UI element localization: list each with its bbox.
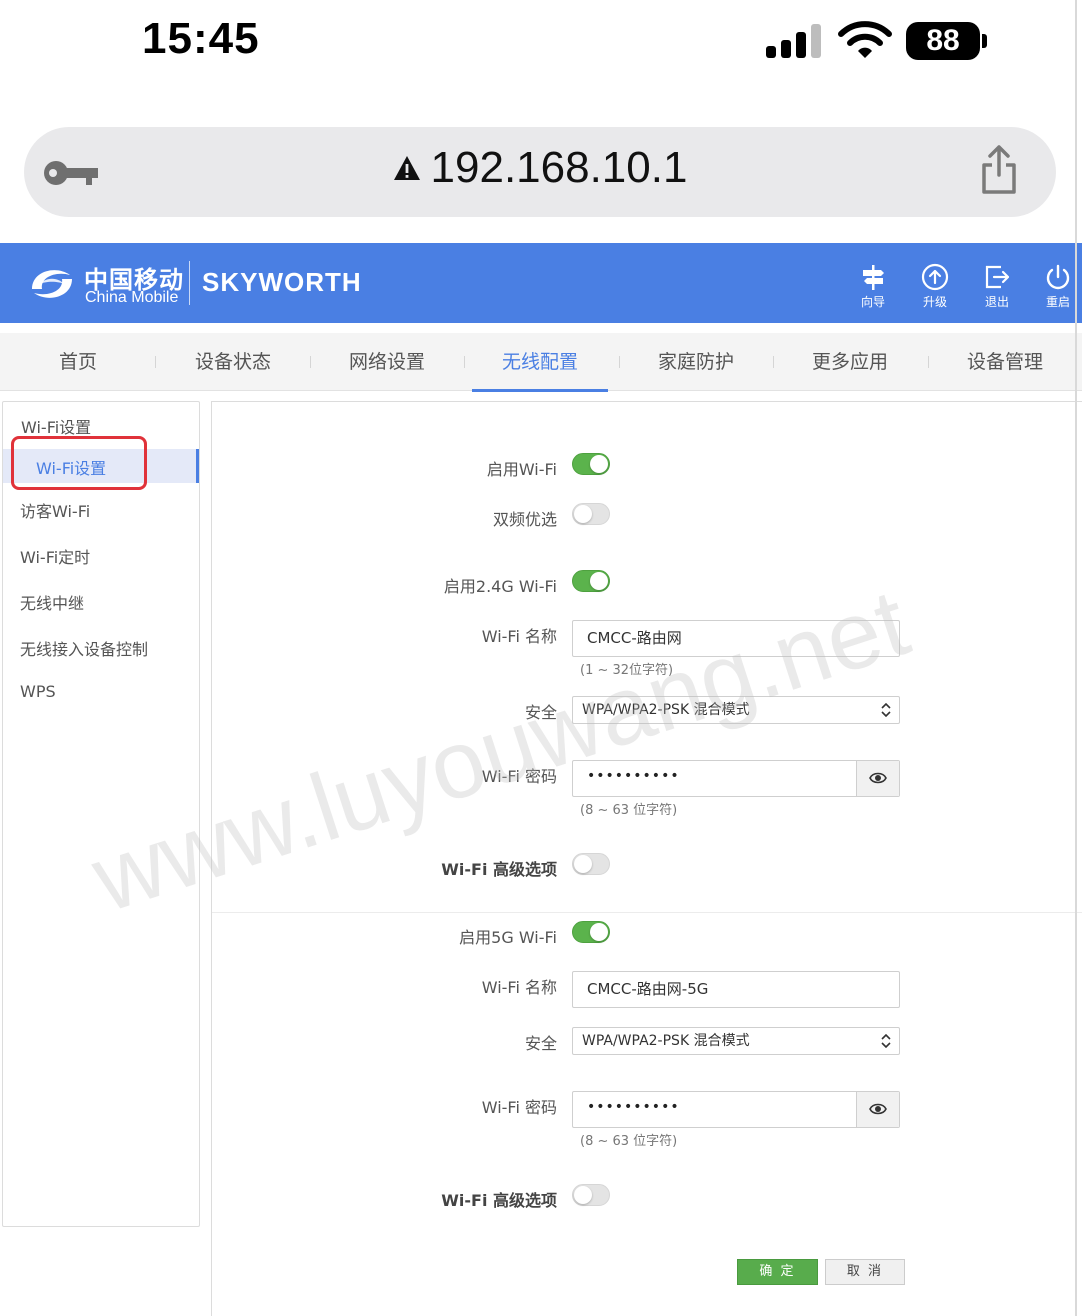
router-header: 中国移动 China Mobile SKYWORTH 向导 升级 退出 重启 <box>0 243 1082 323</box>
sidebar-item-wps[interactable]: WPS <box>20 682 56 701</box>
tab-wireless-config[interactable]: 无线配置 <box>472 333 608 392</box>
tab-separator <box>155 356 156 368</box>
page-scrollbar[interactable] <box>1075 0 1077 1316</box>
chevron-updown-icon <box>881 1034 891 1048</box>
show-password-button[interactable] <box>856 1092 899 1127</box>
password-24g-label: Wi-Fi 密码 <box>481 767 557 786</box>
advanced-24g-toggle[interactable] <box>572 853 610 875</box>
sidebar: Wi-Fi设置 Wi-Fi设置 访客Wi-Fi Wi-Fi定时 无线中继 无线接… <box>2 401 200 1227</box>
advanced-24g-label: Wi-Fi 高级选项 <box>441 860 557 879</box>
tab-separator <box>464 356 465 368</box>
upgrade-icon <box>921 263 949 291</box>
security-5g-label: 安全 <box>524 1034 557 1053</box>
password-24g-value[interactable]: •••••••••• <box>587 768 680 784</box>
battery-nub <box>982 34 987 48</box>
url-text[interactable]: 192.168.10.1 <box>431 143 688 192</box>
wifi-signal-icon <box>838 21 892 58</box>
ssid-24g-hint: (1 ~ 32位字符) <box>580 663 674 678</box>
chevron-updown-icon <box>881 703 891 717</box>
sidebar-item-guest-wifi[interactable]: 访客Wi-Fi <box>20 498 90 522</box>
advanced-5g-label: Wi-Fi 高级选项 <box>441 1191 557 1210</box>
tab-separator <box>773 356 774 368</box>
enable-24g-toggle[interactable] <box>572 570 610 592</box>
sidebar-item-access-control[interactable]: 无线接入设备控制 <box>20 636 148 660</box>
signpost-icon <box>863 265 884 290</box>
show-password-button[interactable] <box>856 761 899 796</box>
confirm-button[interactable]: 确 定 <box>737 1259 818 1285</box>
enable-5g-toggle[interactable] <box>572 921 610 943</box>
sidebar-group-title[interactable]: Wi-Fi设置 <box>21 414 91 438</box>
enable-wifi-toggle[interactable] <box>572 453 610 475</box>
enable-wifi-label: 启用Wi-Fi <box>486 460 557 479</box>
address-bar[interactable]: 192.168.10.1 <box>24 127 1056 217</box>
tab-network-settings[interactable]: 网络设置 <box>317 333 457 391</box>
wizard-label: 向导 <box>860 295 885 309</box>
upgrade-button[interactable]: 升级 <box>910 263 960 310</box>
status-time: 15:45 <box>142 14 260 63</box>
dual-band-toggle[interactable] <box>572 503 610 525</box>
warning-icon <box>393 156 420 180</box>
password-5g-hint: (8 ~ 63 位字符) <box>580 1134 678 1149</box>
highlight-box <box>11 436 147 490</box>
cellular-signal-icon <box>766 24 822 58</box>
password-5g-value[interactable]: •••••••••• <box>587 1099 680 1115</box>
logo-text-en: China Mobile <box>85 289 179 306</box>
tab-device-status[interactable]: 设备状态 <box>163 333 303 391</box>
logout-label: 退出 <box>984 295 1009 309</box>
tab-separator <box>619 356 620 368</box>
brand-name: SKYWORTH <box>202 267 362 297</box>
ssid-24g-label: Wi-Fi 名称 <box>481 627 557 646</box>
share-icon[interactable] <box>980 145 1018 195</box>
eye-icon <box>869 1103 887 1115</box>
logo-divider <box>189 261 190 305</box>
security-24g-value: WPA/WPA2-PSK 混合模式 <box>582 702 750 718</box>
password-5g-label: Wi-Fi 密码 <box>481 1098 557 1117</box>
eye-icon <box>869 772 887 784</box>
tab-home-protection[interactable]: 家庭防护 <box>626 333 766 391</box>
security-24g-label: 安全 <box>524 703 557 722</box>
tab-device-management[interactable]: 设备管理 <box>935 333 1075 391</box>
content-panel <box>211 401 1082 1316</box>
tab-separator <box>928 356 929 368</box>
main-nav: 首页 设备状态 网络设置 无线配置 家庭防护 更多应用 设备管理 <box>0 333 1082 392</box>
tab-more-apps[interactable]: 更多应用 <box>780 333 920 391</box>
tab-home[interactable]: 首页 <box>8 333 148 391</box>
password-24g-hint: (8 ~ 63 位字符) <box>580 803 678 818</box>
sidebar-item-wireless-repeater[interactable]: 无线中继 <box>20 590 84 614</box>
tab-separator <box>310 356 311 368</box>
section-divider <box>212 912 1082 913</box>
security-24g-select[interactable]: WPA/WPA2-PSK 混合模式 <box>572 696 900 724</box>
china-mobile-logo-icon <box>32 270 72 298</box>
upgrade-label: 升级 <box>922 295 947 309</box>
battery-indicator: 88 <box>906 22 980 60</box>
enable-5g-label: 启用5G Wi-Fi <box>459 928 557 947</box>
ssid-5g-input[interactable]: CMCC-路由网-5G <box>572 971 900 1008</box>
url-display[interactable]: 192.168.10.1 <box>24 143 1056 193</box>
power-icon <box>1046 264 1070 290</box>
security-5g-select[interactable]: WPA/WPA2-PSK 混合模式 <box>572 1027 900 1055</box>
dual-band-label: 双频优选 <box>492 510 557 529</box>
ssid-24g-input[interactable]: CMCC-路由网 <box>572 620 900 657</box>
cancel-button[interactable]: 取 消 <box>825 1259 905 1285</box>
wizard-button[interactable]: 向导 <box>848 263 898 310</box>
sidebar-item-wifi-schedule[interactable]: Wi-Fi定时 <box>20 544 90 568</box>
logout-icon <box>985 265 1010 289</box>
status-bar: 15:45 88 <box>0 0 1082 90</box>
enable-24g-label: 启用2.4G Wi-Fi <box>443 577 557 596</box>
password-24g-field[interactable]: •••••••••• <box>572 760 900 797</box>
advanced-5g-toggle[interactable] <box>572 1184 610 1206</box>
ssid-5g-label: Wi-Fi 名称 <box>481 978 557 997</box>
password-5g-field[interactable]: •••••••••• <box>572 1091 900 1128</box>
logout-button[interactable]: 退出 <box>972 263 1022 310</box>
security-5g-value: WPA/WPA2-PSK 混合模式 <box>582 1033 750 1049</box>
